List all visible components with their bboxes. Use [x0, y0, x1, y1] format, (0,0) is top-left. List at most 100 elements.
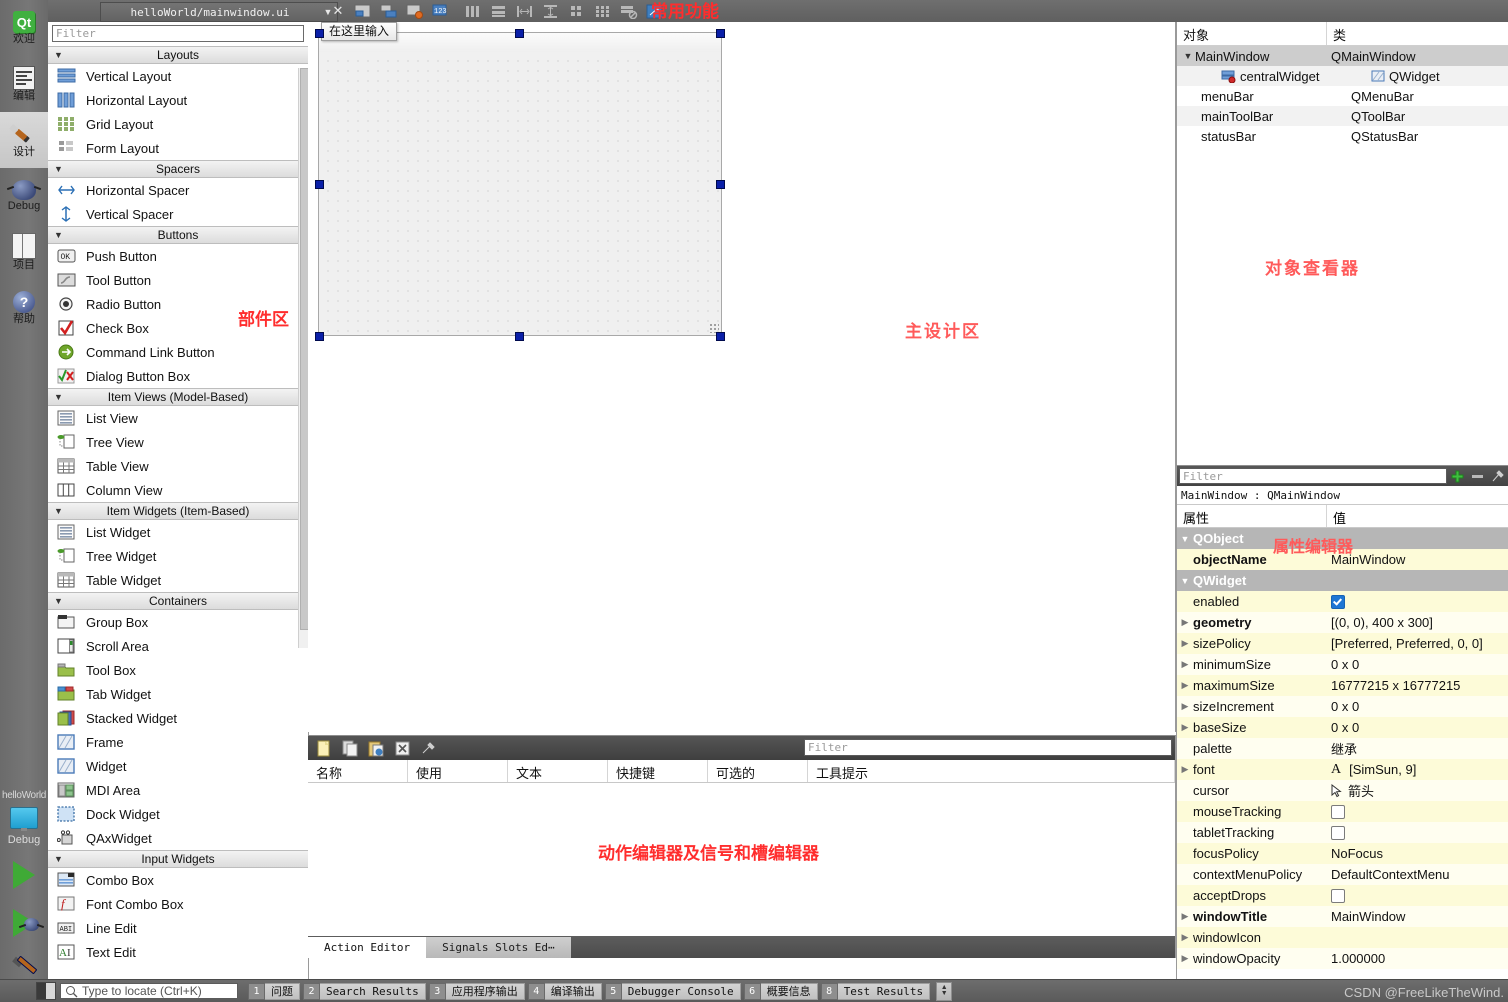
type-here-menu-placeholder[interactable]: 在这里输入	[321, 22, 398, 41]
property-row[interactable]: palette 继承	[1177, 738, 1508, 759]
widget-box-item[interactable]: Tool Box	[48, 658, 308, 682]
edit-widgets-icon[interactable]	[351, 2, 375, 20]
open-documents-combo[interactable]: helloWorld/mainwindow.ui ▼	[100, 2, 338, 22]
chevron-down-icon[interactable]: ▼	[54, 47, 63, 63]
property-row[interactable]: ▶ sizePolicy [Preferred, Preferred, 0, 0]	[1177, 633, 1508, 654]
widget-box-item[interactable]: Horizontal Layout	[48, 88, 308, 112]
action-column-header[interactable]: 工具提示	[808, 760, 1175, 782]
output-pane-toggle-icon[interactable]	[36, 982, 56, 1000]
property-row[interactable]: ▶ sizeIncrement 0 x 0	[1177, 696, 1508, 717]
selection-handle-s[interactable]	[515, 332, 524, 341]
selection-handle-ne[interactable]	[716, 29, 725, 38]
widget-box-item[interactable]: QAxWidget	[48, 826, 308, 850]
chevron-down-icon[interactable]: ▼	[1177, 534, 1193, 544]
property-checkbox[interactable]	[1331, 804, 1345, 819]
property-row[interactable]: cursor 箭头	[1177, 780, 1508, 801]
action-column-header[interactable]: 文本	[508, 760, 608, 782]
widget-box-scrollbar[interactable]	[298, 68, 309, 648]
widget-box-section-header[interactable]: ▼ Item Widgets (Item-Based)	[48, 502, 308, 520]
widget-box-item[interactable]: ABI Line Edit	[48, 916, 308, 940]
property-row[interactable]: ▶ windowIcon	[1177, 927, 1508, 948]
widget-box-item[interactable]: Frame	[48, 730, 308, 754]
object-inspector-tree[interactable]: ▼ MainWindow QMainWindow centralWidget QWidg…	[1177, 46, 1508, 146]
widget-box-section-header[interactable]: ▼ Containers	[48, 592, 308, 610]
mode-item-projects[interactable]: 项目	[0, 224, 48, 280]
action-editor-tabbar[interactable]: Action Editor Signals Slots Ed⋯	[308, 936, 1175, 958]
widget-box-item[interactable]: Table View	[48, 454, 308, 478]
widget-box-item[interactable]: Vertical Spacer	[48, 202, 308, 226]
widget-box-item[interactable]: Horizontal Spacer	[48, 178, 308, 202]
property-row[interactable]: ▶ windowOpacity 1.000000	[1177, 948, 1508, 969]
widget-box-item[interactable]: MDI Area	[48, 778, 308, 802]
widget-box-item[interactable]: f Font Combo Box	[48, 892, 308, 916]
copy-action-icon[interactable]	[340, 738, 360, 758]
locator-input[interactable]: Type to locate (Ctrl+K)	[60, 983, 238, 999]
layout-splitter-vertical-icon[interactable]	[539, 2, 563, 20]
property-row[interactable]: contextMenuPolicy DefaultContextMenu	[1177, 864, 1508, 885]
chevron-down-icon[interactable]: ▼	[54, 161, 63, 177]
widget-box-item[interactable]: Stacked Widget	[48, 706, 308, 730]
chevron-right-icon[interactable]: ▶	[1177, 617, 1193, 628]
widget-box-item[interactable]: Table Widget	[48, 568, 308, 592]
remove-property-icon[interactable]	[1467, 467, 1487, 485]
chevron-down-icon[interactable]: ▼	[54, 851, 63, 867]
edit-buddies-icon[interactable]	[403, 2, 427, 20]
output-pane-tab[interactable]: 3 应用程序输出	[428, 982, 525, 1000]
object-inspector-row[interactable]: menuBar QMenuBar	[1177, 86, 1508, 106]
property-row[interactable]: ▶ maximumSize 16777215 x 16777215	[1177, 675, 1508, 696]
output-pane-tab[interactable]: 2 Search Results	[303, 982, 426, 1000]
property-row[interactable]: enabled	[1177, 591, 1508, 612]
selection-handle-w[interactable]	[315, 180, 324, 189]
chevron-right-icon[interactable]: ▶	[1177, 680, 1193, 691]
selection-handle-nw[interactable]	[315, 29, 324, 38]
widget-box-item[interactable]: Dialog Button Box	[48, 364, 308, 388]
widget-box-section-header[interactable]: ▼ Buttons	[48, 226, 308, 244]
property-row[interactable]: ▶ windowTitle MainWindow	[1177, 906, 1508, 927]
widget-box-item[interactable]: Tool Button	[48, 268, 308, 292]
debug-button[interactable]	[0, 899, 48, 947]
action-editor-tab[interactable]: Signals Slots Ed⋯	[426, 937, 571, 958]
configure-icon[interactable]	[418, 738, 438, 758]
chevron-right-icon[interactable]: ▶	[1177, 953, 1193, 964]
layout-form-icon[interactable]	[565, 2, 589, 20]
selection-handle-sw[interactable]	[315, 332, 324, 341]
chevron-right-icon[interactable]: ▶	[1177, 932, 1193, 943]
mode-item-design[interactable]: 设计	[0, 112, 48, 168]
property-checkbox[interactable]	[1331, 594, 1345, 609]
chevron-right-icon[interactable]: ▶	[1177, 911, 1193, 922]
property-row[interactable]: ▶ geometry [(0, 0), 400 x 300]	[1177, 612, 1508, 633]
chevron-down-icon[interactable]: ▼	[54, 593, 63, 609]
output-pane-tab[interactable]: 5 Debugger Console	[604, 982, 741, 1000]
widget-box-item[interactable]: Combo Box	[48, 868, 308, 892]
widget-box-item[interactable]: Tree Widget	[48, 544, 308, 568]
property-row[interactable]: focusPolicy NoFocus	[1177, 843, 1508, 864]
chevron-right-icon[interactable]: ▶	[1177, 659, 1193, 670]
property-row[interactable]: mouseTracking	[1177, 801, 1508, 822]
form-central-widget[interactable]	[319, 52, 721, 335]
object-inspector-row[interactable]: mainToolBar QToolBar	[1177, 106, 1508, 126]
action-editor-filter-input[interactable]: Filter	[804, 739, 1172, 756]
widget-box-section-header[interactable]: ▼ Input Widgets	[48, 850, 308, 868]
property-row[interactable]: ▶ minimumSize 0 x 0	[1177, 654, 1508, 675]
property-group-row[interactable]: ▼ QWidget	[1177, 570, 1508, 591]
layout-grid-icon[interactable]	[591, 2, 615, 20]
mode-item-edit[interactable]: 编辑	[0, 56, 48, 112]
paste-action-icon[interactable]	[366, 738, 386, 758]
chevron-down-icon[interactable]: ▼	[54, 389, 63, 405]
widget-box-filter-input[interactable]: Filter	[52, 25, 304, 42]
selection-handle-n[interactable]	[515, 29, 524, 38]
widget-box-list[interactable]: ▼ Layouts Vertical Layout Horizontal Layout…	[48, 46, 308, 980]
property-row[interactable]: tabletTracking	[1177, 822, 1508, 843]
mode-item-welcome[interactable]: Qt 欢迎	[0, 0, 48, 56]
property-row[interactable]: ▶ font A [SimSun, 9]	[1177, 759, 1508, 780]
widget-box-section-header[interactable]: ▼ Item Views (Model-Based)	[48, 388, 308, 406]
chevron-down-icon[interactable]: ▼	[1177, 576, 1193, 586]
form-editor-canvas[interactable]: 在这里输入 主设计区	[308, 22, 1176, 732]
widget-box-item[interactable]: Column View	[48, 478, 308, 502]
edit-tab-order-icon[interactable]: 123	[429, 2, 453, 20]
action-column-header[interactable]: 可选的	[708, 760, 808, 782]
widget-box-item[interactable]: Grid Layout	[48, 112, 308, 136]
widget-box-item[interactable]: Scroll Area	[48, 634, 308, 658]
configure-property-icon[interactable]	[1487, 467, 1507, 485]
widget-box-item[interactable]: OK Push Button	[48, 244, 308, 268]
